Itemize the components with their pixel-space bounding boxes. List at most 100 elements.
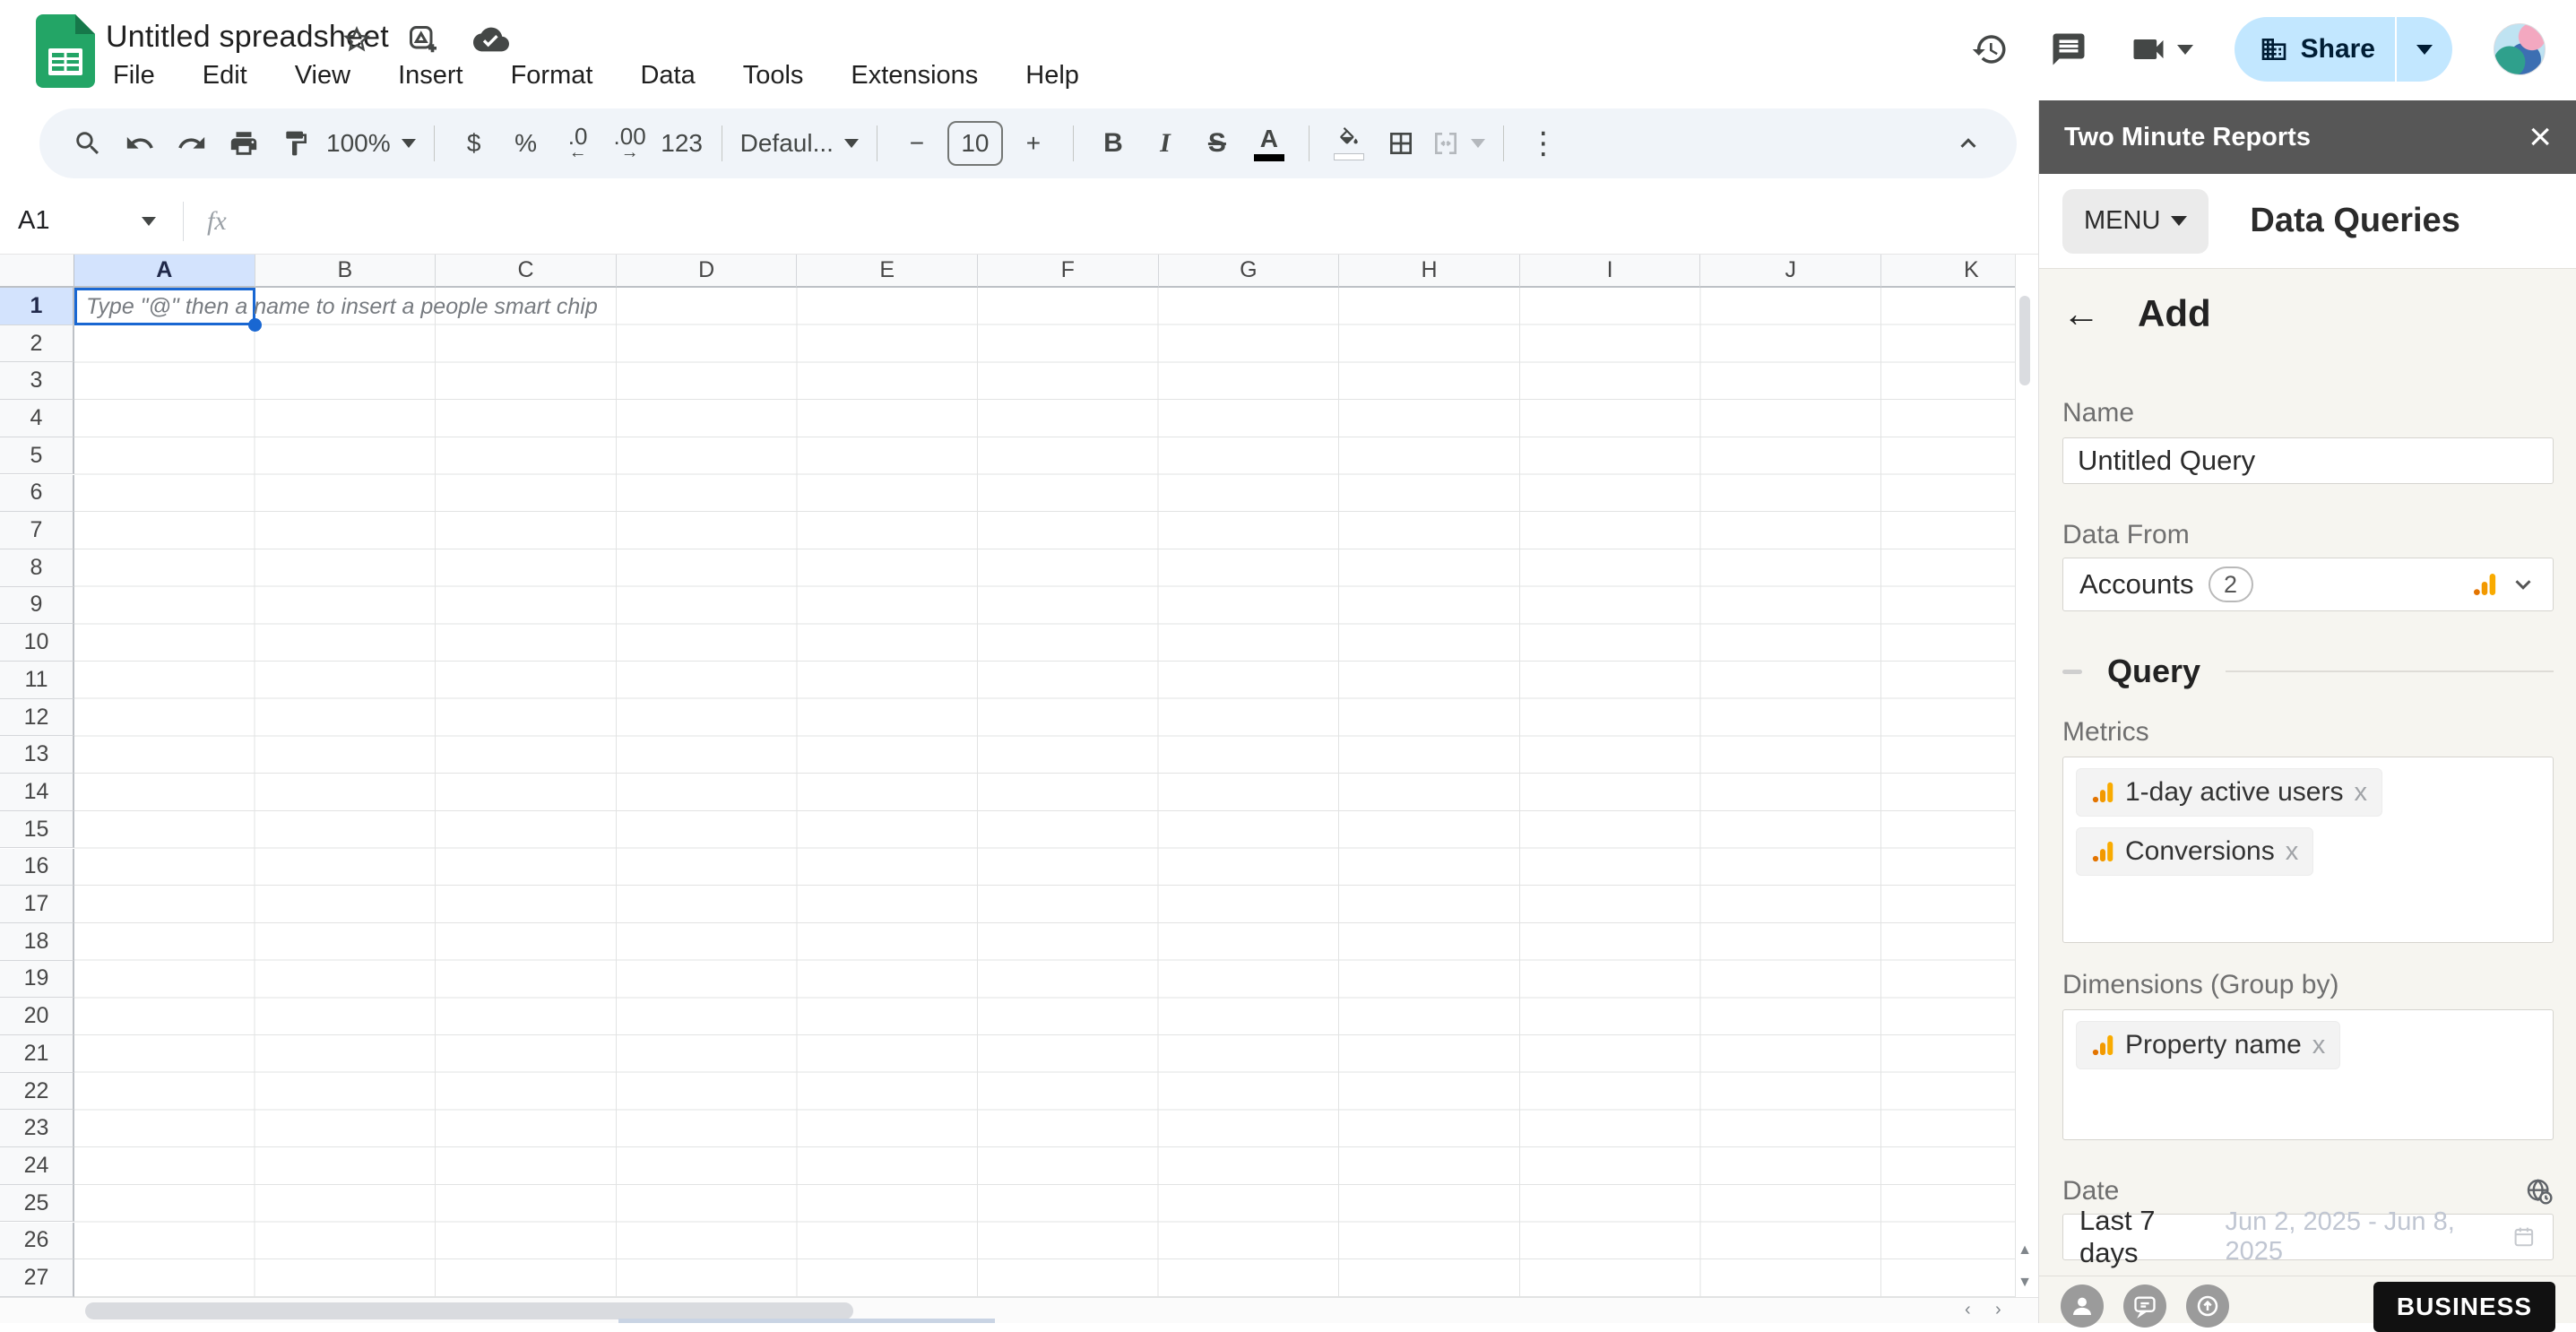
search-icon[interactable]: [66, 118, 109, 169]
menu-help[interactable]: Help: [1018, 59, 1086, 92]
avatar[interactable]: [2494, 23, 2546, 75]
name-box[interactable]: A1: [0, 206, 134, 236]
row-header-19[interactable]: 19: [0, 961, 74, 999]
timezone-globe-icon[interactable]: [2525, 1177, 2554, 1206]
menu-tools[interactable]: Tools: [736, 59, 811, 92]
strikethrough-button[interactable]: S: [1196, 118, 1239, 169]
row-header-3[interactable]: 3: [0, 362, 74, 400]
row-header-10[interactable]: 10: [0, 624, 74, 662]
redo-icon[interactable]: [170, 118, 213, 169]
decrease-font-size-button[interactable]: −: [895, 118, 938, 169]
scroll-up-arrow[interactable]: ▲: [2016, 1242, 2034, 1258]
spreadsheet-grid[interactable]: ABCDEFGHIJK 1234567891011121314151617181…: [0, 255, 2015, 1297]
toolbar-collapse-icon[interactable]: [1947, 118, 1990, 169]
row-header-6[interactable]: 6: [0, 475, 74, 513]
row-header-23[interactable]: 23: [0, 1110, 74, 1147]
star-icon[interactable]: [341, 23, 373, 56]
close-icon[interactable]: ×: [2528, 117, 2552, 157]
support-chat-icon[interactable]: [2123, 1284, 2166, 1328]
row-header-18[interactable]: 18: [0, 923, 74, 961]
fill-color-button[interactable]: [1327, 118, 1370, 169]
column-header-H[interactable]: H: [1339, 255, 1520, 288]
column-header-G[interactable]: G: [1159, 255, 1340, 288]
merge-caret[interactable]: [1471, 139, 1485, 148]
more-formats-button[interactable]: 123: [661, 118, 704, 169]
menu-button[interactable]: MENU: [2062, 189, 2209, 254]
row-header-5[interactable]: 5: [0, 437, 74, 475]
print-icon[interactable]: [222, 118, 265, 169]
row-header-7[interactable]: 7: [0, 512, 74, 549]
undo-icon[interactable]: [118, 118, 161, 169]
name-box-caret[interactable]: [142, 217, 156, 226]
menu-extensions[interactable]: Extensions: [843, 59, 985, 92]
meet-dropdown-caret[interactable]: [2177, 45, 2193, 55]
row-header-26[interactable]: 26: [0, 1223, 74, 1260]
field-chip[interactable]: 1-day active usersx: [2076, 768, 2382, 817]
cells-area[interactable]: [74, 288, 2015, 1297]
scroll-down-arrow[interactable]: ▼: [2016, 1275, 2034, 1291]
font-select[interactable]: Defaul...: [740, 118, 859, 169]
column-header-J[interactable]: J: [1700, 255, 1881, 288]
vertical-scrollbar[interactable]: ▲ ▼: [2015, 255, 2033, 1297]
horizontal-scrollbar-thumb[interactable]: [85, 1302, 853, 1319]
menu-file[interactable]: File: [106, 59, 162, 92]
comments-icon[interactable]: [2050, 30, 2088, 68]
menu-data[interactable]: Data: [633, 59, 702, 92]
row-header-1[interactable]: 1: [0, 288, 74, 325]
label-plus-icon[interactable]: [407, 23, 439, 56]
menu-insert[interactable]: Insert: [391, 59, 471, 92]
metrics-box[interactable]: 1-day active usersx Conversionsx: [2062, 757, 2554, 943]
row-header-27[interactable]: 27: [0, 1259, 74, 1297]
date-range-select[interactable]: Last 7 days Jun 2, 2025 - Jun 8, 2025: [2062, 1214, 2554, 1260]
increase-decimal-button[interactable]: .00→: [609, 118, 652, 169]
chip-remove-icon[interactable]: x: [2354, 778, 2367, 808]
row-header-24[interactable]: 24: [0, 1147, 74, 1185]
column-header-I[interactable]: I: [1520, 255, 1701, 288]
row-header-8[interactable]: 8: [0, 549, 74, 587]
bold-button[interactable]: B: [1092, 118, 1135, 169]
vertical-scrollbar-thumb[interactable]: [2019, 296, 2030, 385]
menu-view[interactable]: View: [288, 59, 358, 92]
borders-button[interactable]: [1379, 118, 1422, 169]
data-from-select[interactable]: Accounts 2: [2062, 558, 2554, 611]
row-header-15[interactable]: 15: [0, 811, 74, 849]
row-header-13[interactable]: 13: [0, 736, 74, 774]
horizontal-scrollbar[interactable]: ‹ ›: [0, 1297, 2038, 1323]
row-header-14[interactable]: 14: [0, 774, 74, 811]
select-all-corner[interactable]: [0, 255, 74, 288]
version-history-icon[interactable]: [1971, 30, 2009, 68]
formula-input[interactable]: [227, 188, 2038, 254]
row-header-4[interactable]: 4: [0, 400, 74, 437]
column-header-F[interactable]: F: [978, 255, 1159, 288]
field-chip[interactable]: Property namex: [2076, 1021, 2340, 1069]
merge-cells-button[interactable]: [1431, 118, 1485, 169]
upgrade-icon[interactable]: [2186, 1284, 2229, 1328]
share-dropdown[interactable]: [2397, 17, 2452, 82]
meet-button[interactable]: [2129, 30, 2193, 69]
text-color-button[interactable]: A: [1248, 118, 1291, 169]
row-header-12[interactable]: 12: [0, 699, 74, 737]
increase-font-size-button[interactable]: +: [1012, 118, 1055, 169]
column-header-E[interactable]: E: [797, 255, 978, 288]
share-button[interactable]: Share: [2235, 17, 2452, 82]
row-header-17[interactable]: 17: [0, 886, 74, 923]
dimensions-box[interactable]: Property namex: [2062, 1009, 2554, 1140]
back-arrow-icon[interactable]: ←: [2062, 295, 2100, 333]
menu-format[interactable]: Format: [504, 59, 601, 92]
toolbar-more-button[interactable]: ⋮: [1522, 118, 1565, 169]
column-header-B[interactable]: B: [255, 255, 437, 288]
column-header-C[interactable]: C: [436, 255, 617, 288]
row-header-16[interactable]: 16: [0, 849, 74, 887]
cloud-status-icon[interactable]: [473, 22, 509, 57]
field-chip[interactable]: Conversionsx: [2076, 827, 2313, 876]
row-header-20[interactable]: 20: [0, 998, 74, 1035]
account-icon[interactable]: [2061, 1284, 2104, 1328]
format-currency-button[interactable]: $: [453, 118, 496, 169]
row-header-2[interactable]: 2: [0, 325, 74, 363]
italic-button[interactable]: I: [1144, 118, 1187, 169]
scroll-left-arrow[interactable]: ‹: [1965, 1300, 1971, 1320]
column-header-K[interactable]: K: [1881, 255, 2015, 288]
row-header-11[interactable]: 11: [0, 662, 74, 699]
row-header-25[interactable]: 25: [0, 1185, 74, 1223]
chip-remove-icon[interactable]: x: [2312, 1031, 2326, 1060]
